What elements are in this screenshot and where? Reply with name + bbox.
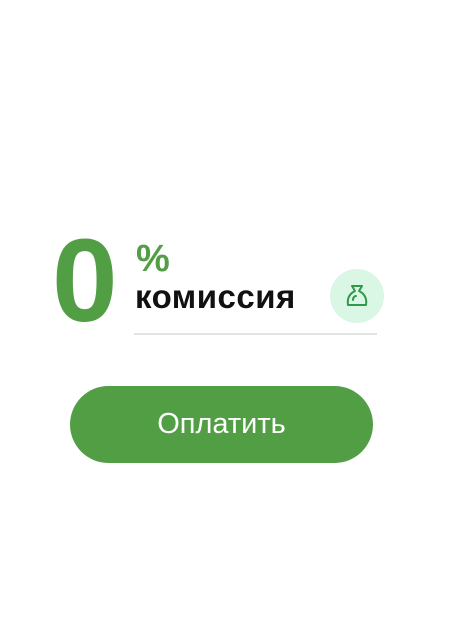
percent-sign: % <box>136 238 170 280</box>
money-bag-icon <box>346 285 368 306</box>
pay-button[interactable]: Оплатить <box>70 386 373 463</box>
divider <box>134 333 377 335</box>
commission-value: 0 <box>52 215 118 347</box>
commission-label: комиссия <box>135 278 296 315</box>
money-bag-button[interactable] <box>330 269 384 323</box>
